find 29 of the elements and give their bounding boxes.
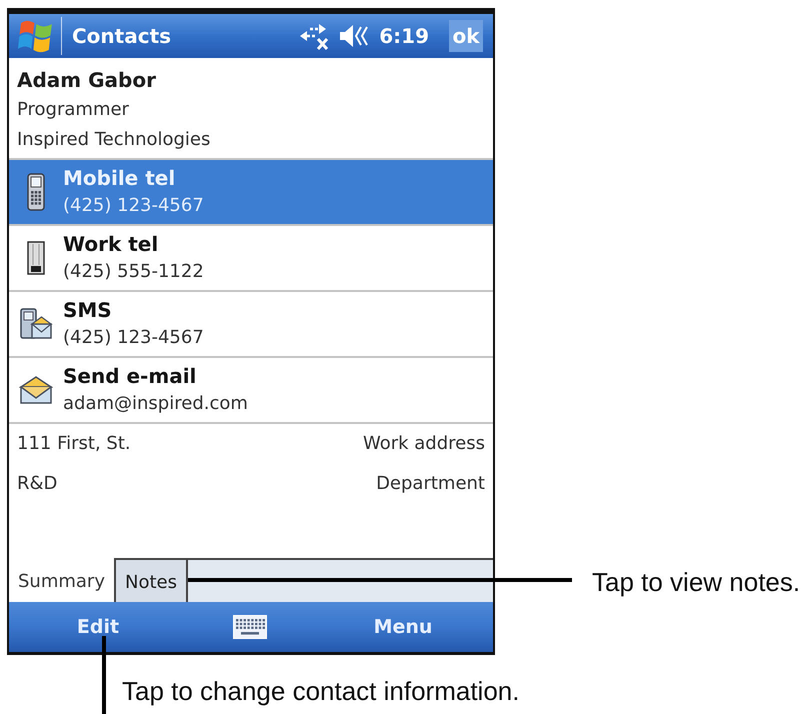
action-label: SMS — [63, 297, 112, 324]
action-label: Send e-mail — [63, 363, 196, 390]
detail-label: Work address — [362, 435, 485, 453]
action-label: Work tel — [63, 231, 158, 258]
desk-phone-icon — [26, 241, 46, 275]
company-name: Inspired Technologies — [17, 128, 210, 152]
detail-label: Department — [376, 475, 485, 493]
callout-text: Tap to change contact information. — [122, 676, 520, 706]
callout-text: Tap to view notes. — [592, 567, 800, 597]
detail-value: R&D — [17, 475, 58, 493]
job-title: Programmer — [17, 98, 129, 122]
tab[interactable]: Notes — [114, 558, 188, 602]
action-label: Mobile tel — [63, 165, 176, 192]
mobile-phone-icon — [26, 173, 46, 211]
detail-value: 111 First, St. — [17, 435, 131, 453]
envelope-icon — [19, 375, 53, 405]
action-value: (425) 123-4567 — [63, 194, 204, 218]
menu-button[interactable]: Menu — [364, 612, 442, 642]
action-value: (425) 555-1122 — [63, 260, 204, 284]
phone-envelope-icon — [19, 307, 53, 341]
window-title: Contacts — [72, 26, 172, 46]
contact-name: Adam Gabor — [17, 67, 156, 94]
action-value: (425) 123-4567 — [63, 326, 204, 350]
keyboard-icon[interactable] — [233, 615, 267, 639]
contact-action-row[interactable]: Mobile tel (425) 123-4567 — [9, 160, 493, 226]
clock-time: 6:19 — [379, 26, 429, 46]
action-value: adam@inspired.com — [63, 392, 248, 416]
edit-button[interactable]: Edit — [66, 612, 130, 642]
speaker-icon[interactable] — [339, 23, 370, 49]
